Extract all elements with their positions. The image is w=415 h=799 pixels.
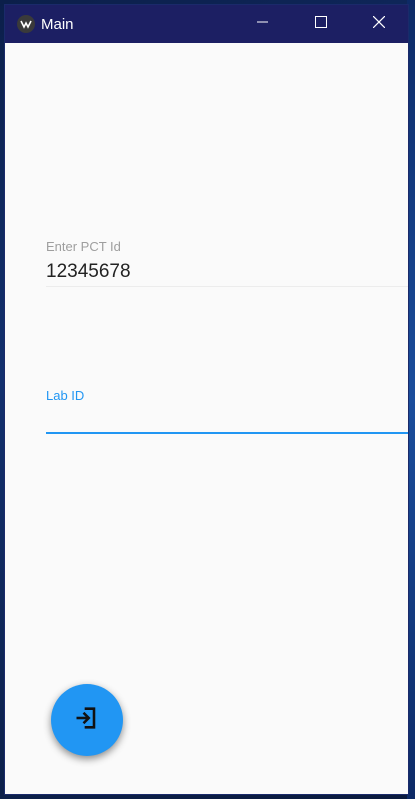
lab-id-underline [46, 432, 408, 434]
login-icon [73, 704, 101, 737]
window-title: Main [41, 16, 74, 33]
maximize-button[interactable] [292, 5, 350, 43]
pct-id-label: Enter PCT Id [46, 239, 121, 254]
pct-id-field[interactable]: 12345678 [46, 261, 131, 283]
lab-id-field[interactable] [46, 405, 408, 431]
kivy-logo-icon [17, 15, 35, 33]
maximize-icon [315, 15, 327, 33]
app-window: Main Enter PCT Id 12345678 Lab ID [4, 4, 409, 795]
title-bar[interactable]: Main [5, 5, 408, 43]
pct-id-underline [46, 286, 408, 287]
minimize-button[interactable] [234, 5, 292, 43]
lab-id-label: Lab ID [46, 388, 85, 403]
minimize-icon [257, 15, 269, 33]
login-button[interactable] [51, 684, 123, 756]
close-icon [372, 15, 386, 33]
close-button[interactable] [350, 5, 408, 43]
main-content: Enter PCT Id 12345678 Lab ID [5, 43, 408, 794]
